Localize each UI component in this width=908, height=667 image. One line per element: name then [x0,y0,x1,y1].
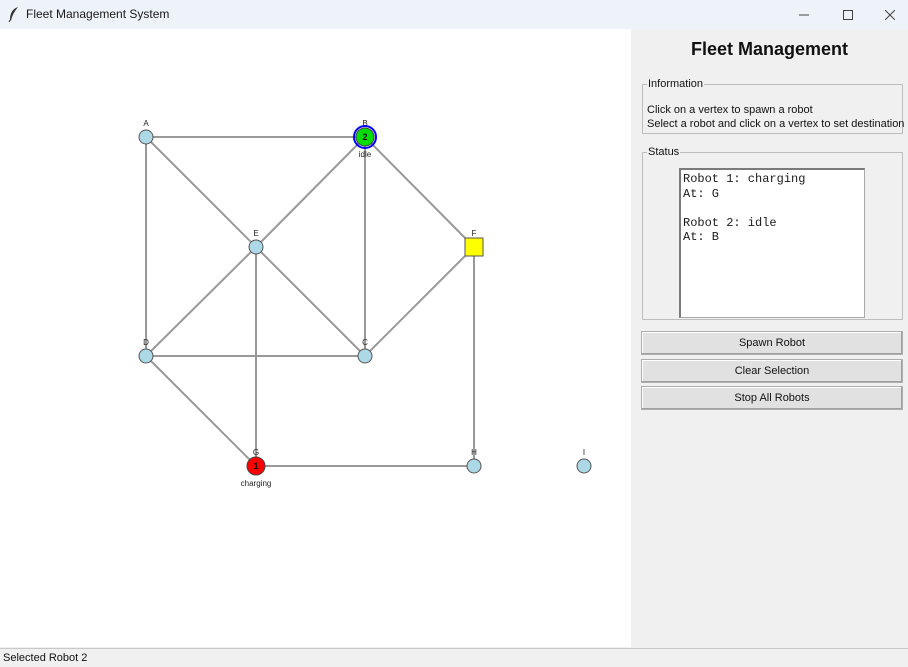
information-text-2: Select a robot and click on a vertex to … [647,118,905,130]
edge-b-e [255,136,366,248]
graph-svg: A BCDE FG H I 1charging2idle [138,119,592,488]
vertex-label: A [143,119,149,128]
robot-state-label: idle [359,150,372,159]
edge-e-c [255,246,366,357]
edge-b-f [364,136,475,248]
clear-selection-button[interactable]: Clear Selection [641,359,903,383]
vertex-marker[interactable] [466,458,482,474]
robot-1[interactable]: 1 charging [241,456,272,488]
vertex-label: H [471,448,477,457]
vertex-c[interactable]: C [357,338,373,364]
status-bar: Selected Robot 2 [0,648,908,667]
information-legend: Information [648,78,704,90]
panel-title: Fleet Management [690,39,849,59]
vertex-marker[interactable] [138,129,154,145]
vertex-marker[interactable] [248,239,264,255]
status-bar-text: Selected Robot 2 [3,652,88,664]
close-button[interactable] [868,0,908,29]
robot-2[interactable]: 2 idle [353,125,377,159]
edge-f-c [364,246,475,357]
app-window: Fleet Management System ABCDEFGHI 1 charg… [0,0,908,667]
robots-layer: 1 charging 2 idle [241,125,377,488]
graph-canvas[interactable]: ABCDEFGHI 1 charging 2 idle [0,29,631,647]
vertex-label: I [583,448,585,457]
vertex-marker[interactable] [576,458,592,474]
vertex-i[interactable]: I [576,448,592,474]
status-group: Status Robot 1: charging At: G Robot 2: … [642,146,903,320]
maximize-icon [843,9,853,20]
maximize-button[interactable] [826,0,870,29]
vertex-f[interactable]: F [464,229,484,257]
vertex-label: D [143,338,149,347]
title-bar: Fleet Management System [0,0,908,29]
vertex-label: E [253,229,258,238]
information-group: Information Click on a vertex to spawn a… [642,78,905,134]
vertex-e[interactable]: E [248,229,264,255]
edge-a-e [145,136,257,248]
edge-d-g [145,355,257,467]
vertex-marker[interactable] [357,348,373,364]
robot-state-label: charging [241,479,272,488]
stop-all-robots-button[interactable]: Stop All Robots [641,386,903,410]
vertex-h[interactable]: H [466,448,482,474]
information-text-1: Click on a vertex to spawn a robot [647,104,813,116]
feather-icon [8,7,18,22]
vertex-a[interactable]: A [138,119,154,145]
vertex-marker[interactable] [138,348,154,364]
vertex-d[interactable]: D [138,338,154,364]
edges-layer [145,136,475,467]
charging-station-marker[interactable] [464,237,484,257]
robot-number: 2 [362,132,367,142]
minimize-icon [799,14,809,15]
vertex-label: G [253,448,259,457]
minimize-button[interactable] [782,0,826,29]
status-legend: Status [648,146,680,158]
vertex-label: F [472,229,477,238]
edge-e-d [145,246,257,357]
close-icon [885,9,895,20]
status-textbox[interactable]: Robot 1: charging At: G Robot 2: idle At… [679,168,865,318]
window-title: Fleet Management System [26,7,170,21]
vertex-label: C [362,338,368,347]
spawn-robot-button[interactable]: Spawn Robot [641,331,903,355]
robot-number: 1 [253,461,258,471]
control-panel: Fleet Management Information Click on a … [631,29,908,647]
